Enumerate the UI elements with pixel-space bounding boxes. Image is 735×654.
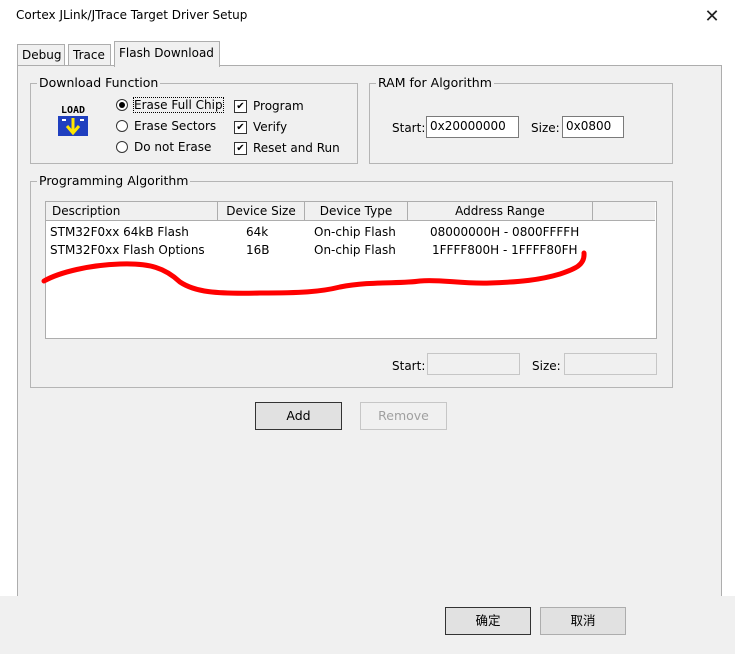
download-function-group: Download Function LOAD Erase Full Chip E… (30, 75, 358, 164)
radio-erase-sectors[interactable]: Erase Sectors (116, 119, 216, 133)
column-header-device-size[interactable]: Device Size (218, 202, 305, 221)
tab-flash-download[interactable]: Flash Download (114, 41, 220, 67)
cell-device-type: On-chip Flash (314, 225, 396, 239)
checkmark-icon: ✔ (234, 99, 247, 113)
column-label: Device Size (226, 204, 296, 218)
cell-device-size: 16B (246, 243, 270, 257)
checkbox-label: Program (253, 99, 304, 113)
checkmark-icon: ✔ (234, 141, 247, 155)
ram-start-input[interactable]: 0x20000000 (426, 116, 519, 138)
algorithm-list[interactable]: Description Device Size Device Type Addr… (45, 201, 657, 339)
tab-trace[interactable]: Trace (68, 44, 111, 66)
ok-button[interactable]: 确定 (445, 607, 531, 635)
ram-start-label: Start: (392, 121, 426, 135)
cell-description: STM32F0xx 64kB Flash (50, 225, 189, 239)
ram-for-algorithm-group: RAM for Algorithm Start: 0x20000000 Size… (369, 75, 673, 164)
ram-size-label: Size: (531, 121, 560, 135)
list-header: Description Device Size Device Type Addr… (46, 202, 656, 221)
column-label: Description (52, 204, 121, 218)
radio-erase-full-chip[interactable]: Erase Full Chip (116, 97, 224, 113)
setup-dialog: Cortex JLink/JTrace Target Driver Setup … (0, 0, 735, 654)
cell-description: STM32F0xx Flash Options (50, 243, 205, 257)
algorithm-start-input[interactable] (427, 353, 520, 375)
column-header-description[interactable]: Description (46, 202, 218, 221)
cell-address-range: 1FFFF800H - 1FFFF80FH (432, 243, 578, 257)
group-title: Programming Algorithm (37, 173, 191, 188)
title-bar: Cortex JLink/JTrace Target Driver Setup … (0, 0, 735, 32)
cancel-button[interactable]: 取消 (540, 607, 626, 635)
column-header-device-type[interactable]: Device Type (305, 202, 408, 221)
radio-label: Do not Erase (134, 140, 212, 154)
tab-debug[interactable]: Debug (17, 44, 65, 66)
cell-address-range: 08000000H - 0800FFFFH (430, 225, 580, 239)
checkbox-program[interactable]: ✔ Program (234, 99, 304, 113)
tab-label: Debug (22, 48, 62, 62)
cell-device-size: 64k (246, 225, 269, 239)
algorithm-start-label: Start: (392, 359, 426, 373)
tab-panel-flash-download: Download Function LOAD Erase Full Chip E… (17, 65, 722, 597)
radio-do-not-erase[interactable]: Do not Erase (116, 140, 211, 154)
checkbox-label: Reset and Run (253, 141, 340, 155)
add-button[interactable]: Add (255, 402, 342, 430)
tab-label: Trace (73, 48, 105, 62)
load-icon-text: LOAD (61, 105, 85, 116)
checkbox-label: Verify (253, 120, 288, 134)
radio-dot (116, 120, 128, 132)
table-row[interactable]: STM32F0xx Flash Options 16B On-chip Flas… (46, 241, 656, 259)
group-title: Download Function (37, 75, 161, 90)
group-title: RAM for Algorithm (376, 75, 494, 90)
programming-algorithm-group: Programming Algorithm Description Device… (30, 173, 673, 388)
radio-dot (116, 141, 128, 153)
ram-size-input[interactable]: 0x0800 (562, 116, 624, 138)
radio-label: Erase Full Chip (133, 97, 224, 113)
dialog-footer: 确定 取消 (0, 596, 735, 654)
tab-label: Flash Download (119, 46, 214, 60)
column-header-address-range[interactable]: Address Range (408, 202, 593, 221)
load-icon: LOAD (56, 102, 90, 140)
algorithm-size-label: Size: (532, 359, 561, 373)
column-label: Device Type (319, 204, 393, 218)
remove-button[interactable]: Remove (360, 402, 447, 430)
radio-label: Erase Sectors (134, 119, 217, 133)
checkbox-reset-and-run[interactable]: ✔ Reset and Run (234, 141, 340, 155)
column-label: Address Range (455, 204, 545, 218)
checkmark-icon: ✔ (234, 120, 247, 134)
table-row[interactable]: STM32F0xx 64kB Flash 64k On-chip Flash 0… (46, 223, 656, 241)
close-icon[interactable]: ✕ (689, 0, 735, 32)
radio-dot (116, 99, 128, 111)
column-header-filler (593, 202, 655, 221)
window-title: Cortex JLink/JTrace Target Driver Setup (16, 8, 248, 22)
cell-device-type: On-chip Flash (314, 243, 396, 257)
checkbox-verify[interactable]: ✔ Verify (234, 120, 287, 134)
algorithm-size-input[interactable] (564, 353, 657, 375)
